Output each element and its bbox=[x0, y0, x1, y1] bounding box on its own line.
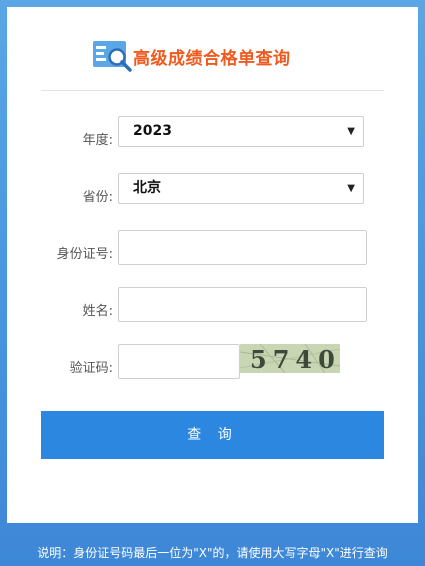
page-title: 高级成绩合格单查询 bbox=[133, 49, 291, 69]
query-button[interactable]: 查 询 bbox=[41, 411, 384, 459]
captcha-input[interactable] bbox=[118, 344, 240, 379]
page-header: 高级成绩合格单查询 bbox=[7, 40, 418, 76]
id-number-input[interactable] bbox=[118, 230, 367, 265]
year-label: 年度: bbox=[82, 133, 113, 148]
captcha-label: 验证码: bbox=[69, 361, 113, 376]
name-label: 姓名: bbox=[82, 304, 113, 319]
dropdown-arrow-icon: ▼ bbox=[347, 126, 355, 137]
id-number-label: 身份证号: bbox=[56, 247, 113, 262]
query-card: 高级成绩合格单查询 年度: 2023 ▼ 省份: 北京 ▼ 身份证号: 姓名: … bbox=[7, 7, 418, 523]
captcha-text: 5740 bbox=[250, 345, 340, 373]
header-divider bbox=[41, 90, 384, 91]
name-input[interactable] bbox=[118, 287, 367, 322]
instruction-note: 说明：身份证号码最后一位为"X"的，请使用大写字母"X"进行查询 bbox=[37, 546, 388, 560]
dropdown-arrow-icon: ▼ bbox=[347, 183, 355, 194]
year-select-value: 2023 bbox=[133, 123, 172, 139]
year-select[interactable]: 2023 ▼ bbox=[118, 116, 364, 147]
province-select[interactable]: 北京 ▼ bbox=[118, 173, 364, 204]
province-label: 省份: bbox=[82, 190, 113, 205]
captcha-image[interactable]: 5740 bbox=[240, 344, 340, 373]
search-document-icon bbox=[93, 41, 132, 72]
province-select-value: 北京 bbox=[133, 180, 161, 196]
